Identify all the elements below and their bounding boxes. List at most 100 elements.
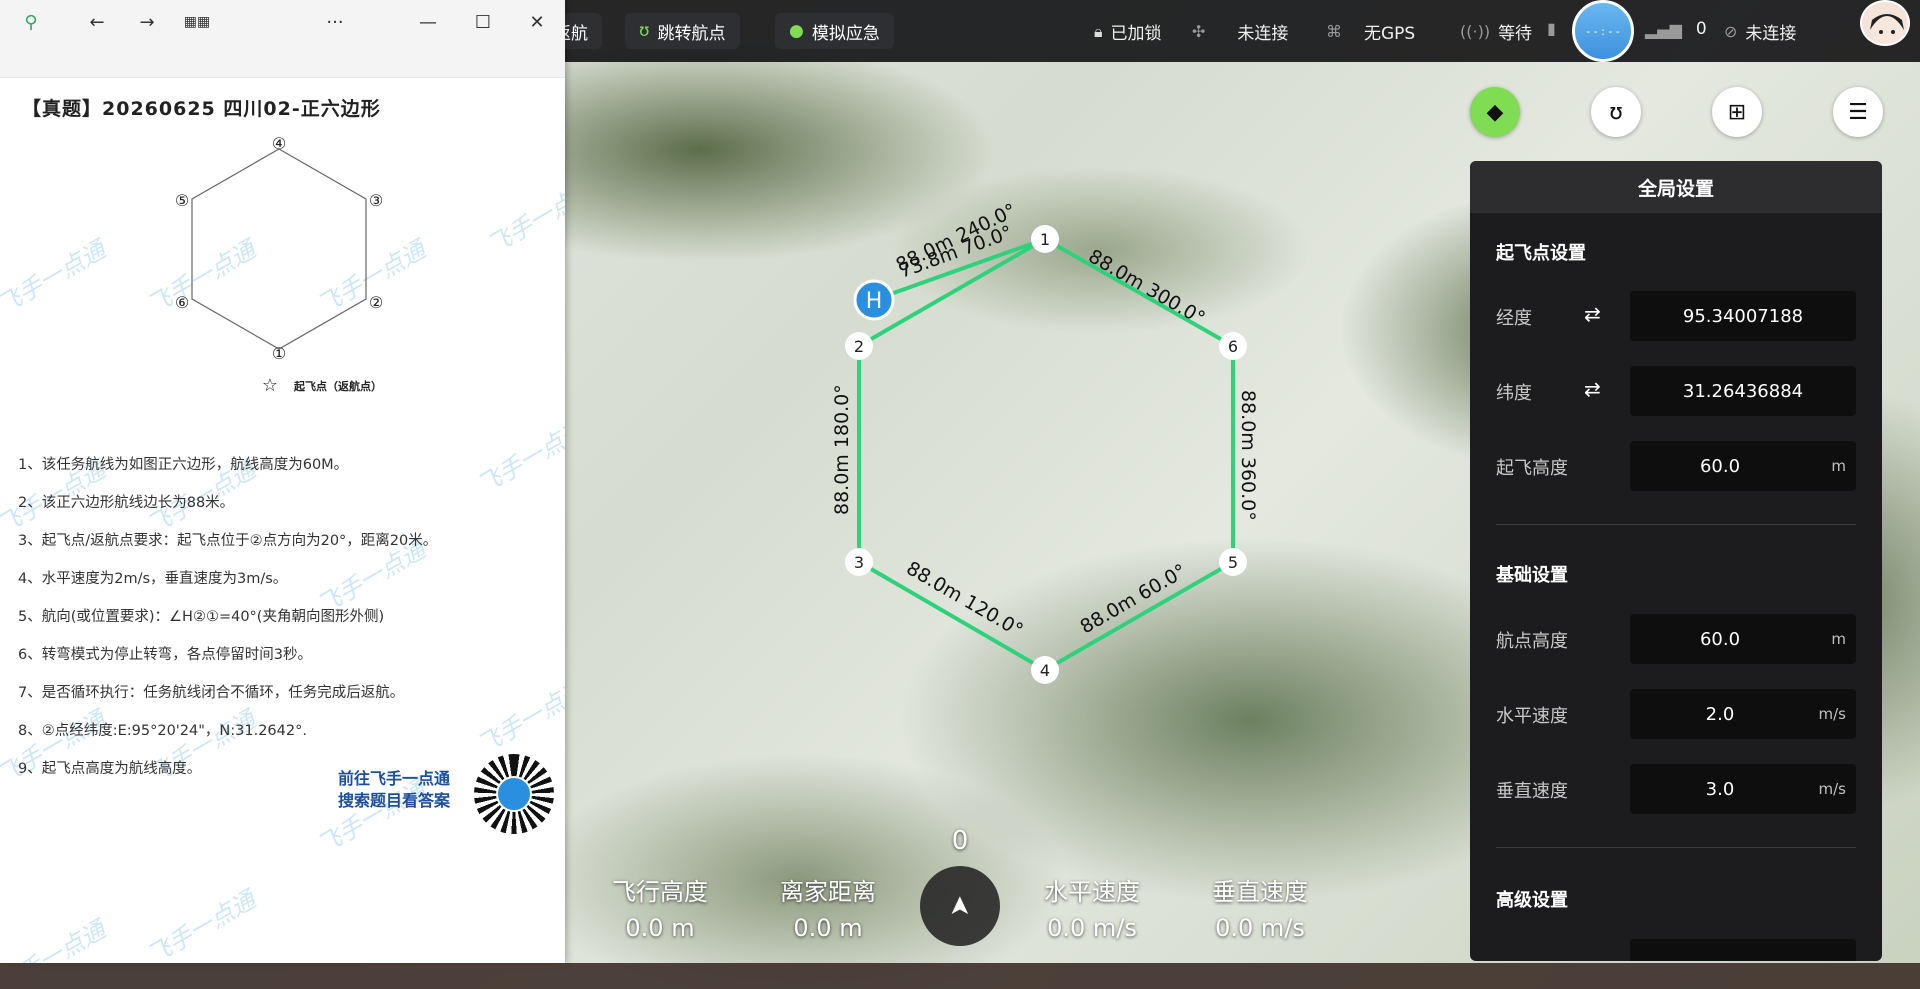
doc-titlebar: ⚲ ← → ▦▦ ··· — ☐ ✕	[0, 0, 565, 44]
jump-waypoint-button[interactable]: ʊ 跳转航点	[625, 13, 740, 49]
horizontal-speed-telemetry-label: 水平速度	[1044, 878, 1140, 906]
simulate-emergency-button[interactable]: ● 模拟应急	[775, 13, 894, 49]
doc-title: 【真题】20260625 四川02-正六边形	[22, 98, 381, 120]
diagram-node-5: ⑤	[175, 191, 189, 210]
layers-icon[interactable]: ◆	[1470, 87, 1520, 137]
attitude-text: - - : - -	[1586, 24, 1620, 38]
navigation-arrow-icon: ➤	[944, 895, 975, 917]
swap-icon[interactable]: ⇄	[1584, 302, 1601, 326]
takeoff-legend: 起飞点（返航点）	[293, 379, 382, 393]
takeoff-altitude-label: 起飞高度	[1496, 458, 1568, 479]
distance-label: 离家距离	[780, 878, 876, 906]
signal-icon: ((·))	[1460, 22, 1491, 41]
simulate-emergency-label: 模拟应急	[811, 23, 880, 44]
requirement-line: 5、航向(或位置要求)：∠H②①=40°(夹角朝向图形外侧)	[18, 609, 385, 625]
panel-title: 全局设置	[1470, 161, 1882, 213]
unit-label: m/s	[1818, 780, 1846, 798]
qr-code[interactable]	[474, 754, 554, 834]
edge-label-5-4: 88.0m 60.0°	[1077, 560, 1191, 638]
requirement-line: 6、转弯模式为停止转弯，各点停留时间3秒。	[18, 647, 312, 663]
maximize-icon[interactable]: ☐	[468, 8, 498, 36]
vertical-speed-input[interactable]: 3.0 m/s	[1630, 764, 1856, 814]
back-icon[interactable]: ←	[82, 8, 112, 36]
watermark: 飞手一点通	[0, 915, 111, 963]
advanced-section-title: 高级设置	[1496, 890, 1568, 911]
route-icon[interactable]: ʊ	[1591, 87, 1641, 137]
waypoint-2[interactable]: 2	[845, 332, 873, 360]
jump-waypoint-label: 跳转航点	[657, 23, 726, 44]
doc-content: 飞手一点通 飞手一点通 飞手一点通 飞手一点通 飞手一点通 飞手一点通 飞手一点…	[0, 78, 565, 963]
requirement-line: 1、该任务航线为如图正六边形，航线高度为60M。	[18, 457, 349, 473]
requirement-line: 9、起飞点高度为航线高度。	[18, 761, 202, 777]
waypoint-altitude-value: 60.0	[1699, 628, 1741, 650]
more-icon[interactable]: ···	[320, 8, 350, 36]
longitude-input[interactable]: 95.34007188	[1630, 291, 1856, 341]
reference-document-window: ⚲ ← → ▦▦ ··· — ☐ ✕ 飞手一点通 飞手一点通 飞手一点通 飞手一…	[0, 0, 565, 963]
waypoint-altitude-input[interactable]: 60.0 m	[1630, 614, 1856, 664]
waypoint-1[interactable]: 1	[1031, 225, 1059, 253]
vertical-speed-label: 垂直速度	[1496, 781, 1568, 802]
altitude-label: 飞行高度	[612, 878, 708, 906]
avatar-image	[1870, 14, 1904, 44]
route-edge-5-4	[1044, 560, 1234, 672]
diagram-node-6: ⑥	[175, 293, 189, 312]
gps-status[interactable]: ⌘ 无GPS	[1326, 19, 1415, 44]
latitude-input[interactable]: 31.26436884	[1630, 366, 1856, 416]
diagram-node-4: ④	[272, 134, 286, 153]
svg-text:1: 1	[1040, 230, 1050, 249]
list-icon[interactable]: ☰	[1833, 87, 1883, 137]
longitude-label: 经度	[1496, 308, 1532, 329]
watermark: 飞手一点通	[482, 175, 565, 260]
vertical-speed-value: 3.0	[1705, 778, 1735, 800]
link-status[interactable]: ⊘ 未连接	[1724, 19, 1796, 44]
forward-icon[interactable]: →	[132, 8, 162, 36]
unit-label: m	[1831, 630, 1846, 648]
waypoint-5[interactable]: 5	[1219, 548, 1247, 576]
promo-line-2: 搜索题目看答案	[338, 791, 451, 810]
attitude-indicator[interactable]: - - : - -	[1572, 0, 1634, 62]
minimize-icon[interactable]: —	[413, 8, 443, 36]
advanced-input[interactable]	[1630, 939, 1856, 961]
lock-status-text: 已加锁	[1110, 24, 1162, 44]
lock-icon: 🔒︎	[1094, 21, 1103, 41]
divider	[1496, 847, 1856, 848]
horizontal-speed-input[interactable]: 2.0 m/s	[1630, 689, 1856, 739]
waypoint-6[interactable]: 6	[1219, 332, 1247, 360]
compass-button[interactable]: ➤	[920, 866, 1000, 946]
person-icon: ●	[789, 21, 804, 41]
swap-icon[interactable]: ⇄	[1584, 377, 1601, 401]
watermark: 飞手一点通	[472, 675, 565, 760]
user-avatar[interactable]	[1860, 0, 1910, 46]
global-settings-panel: 全局设置 起飞点设置 经度 ⇄ 95.34007188 纬度 ⇄ 31.2643…	[1470, 161, 1882, 961]
satellite-icon: ⌘	[1326, 22, 1342, 41]
signal-bars-icon: ▂▄▆	[1645, 19, 1682, 39]
svg-text:3: 3	[854, 553, 864, 572]
waypoint-3[interactable]: 3	[845, 548, 873, 576]
takeoff-altitude-input[interactable]: 60.0 m	[1630, 441, 1856, 491]
horizontal-speed-label: 水平速度	[1496, 706, 1568, 727]
drone-status-text: 未连接	[1237, 24, 1289, 44]
lock-status[interactable]: 🔒︎ 已加锁	[1094, 19, 1162, 45]
waypoint-4[interactable]: 4	[1031, 656, 1059, 684]
requirement-line: 4、水平速度为2m/s，垂直速度为3m/s。	[18, 571, 288, 587]
drone-connection-status[interactable]: ✣ 未连接	[1192, 19, 1288, 44]
pin-icon[interactable]: ⚲	[16, 8, 46, 36]
star-icon: ☆	[262, 375, 278, 393]
diagram-node-2: ②	[369, 293, 383, 312]
requirement-line: 3、起飞点/返航点要求：起飞点位于②点方向为20°，距离20米。	[18, 533, 438, 549]
requirement-line: 2、该正六边形航线边长为88米。	[18, 495, 235, 511]
apps-icon[interactable]: ⊞	[1712, 87, 1762, 137]
grid-icon[interactable]: ▦▦	[182, 8, 212, 36]
close-icon[interactable]: ✕	[522, 8, 552, 36]
qr-logo	[496, 776, 532, 812]
home-point-marker[interactable]: H	[853, 279, 895, 321]
horizontal-speed-value: 2.0	[1705, 703, 1735, 725]
edge-label-6-5: 88.0m 360.0°	[1237, 390, 1259, 521]
signal-status[interactable]: ((·)) 等待	[1460, 19, 1532, 44]
takeoff-altitude-value: 60.0	[1699, 455, 1741, 477]
svg-text:4: 4	[1040, 661, 1050, 680]
svg-text:6: 6	[1228, 337, 1238, 356]
doc-toolbar-gap	[0, 44, 565, 78]
watermark: 飞手一点通	[142, 885, 261, 963]
unlink-icon: ⊘	[1724, 22, 1738, 41]
